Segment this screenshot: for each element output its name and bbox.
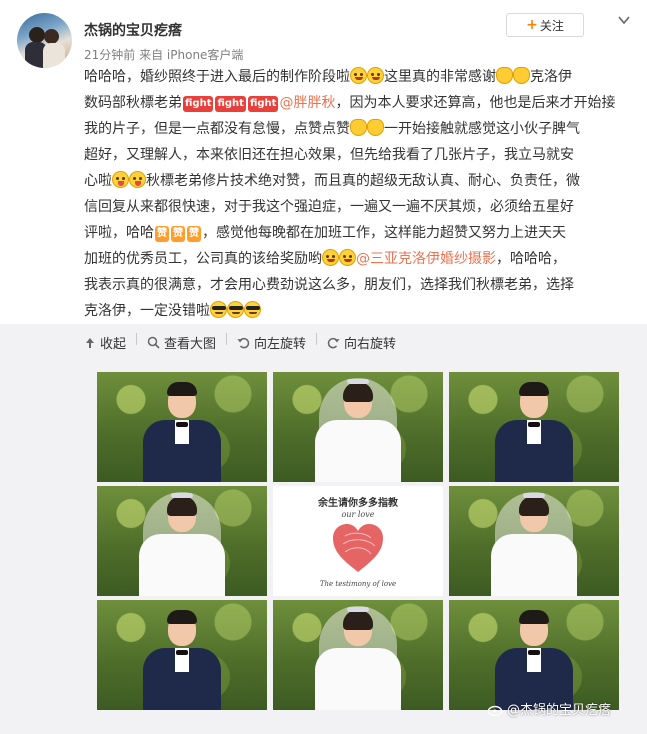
weibo-logo-icon [488, 705, 503, 716]
card-title: 余生请你多多指教 [318, 498, 398, 509]
cheer-sticker-icon: fight [247, 96, 279, 112]
text-line: 心啦 秋標老弟修片技术绝对赞，而且真的超级无敌认真、耐心、负责任，微 [84, 171, 580, 189]
follow-button[interactable]: + 关注 [506, 13, 584, 37]
post-text: 哈哈哈，婚纱照终于进入最后的制作阶段啦 这里真的非常感谢 克洛伊 数码部秋標老弟 fi… [84, 64, 634, 324]
collapse-arrow-icon [86, 337, 94, 348]
bride-photo[interactable] [97, 486, 267, 596]
text-line: 克洛伊，一定没错啦 [84, 298, 634, 324]
rotate-left-button[interactable]: 向左旋转 [237, 333, 306, 352]
grin-emoji-icon [339, 249, 356, 266]
like-sticker-icon: 赞 [171, 226, 185, 242]
rotate-left-icon [237, 337, 250, 349]
view-large-button[interactable]: 查看大图 [147, 333, 216, 352]
joy-emoji-icon [350, 67, 367, 84]
sunglasses-emoji-icon [244, 301, 261, 318]
plus-icon: + [526, 17, 538, 33]
post-time: 21分钟前 [84, 48, 136, 62]
mention-link[interactable]: @三亚克洛伊婚纱摄影 [356, 251, 496, 267]
grin-emoji-icon [322, 249, 339, 266]
post-source[interactable]: 来自 iPhone客户端 [139, 48, 243, 62]
photo-grid: 余生请你多多指教 our love The testimony of love [97, 372, 619, 710]
post-meta: 21分钟前 来自 iPhone客户端 [84, 46, 243, 63]
collapse-button[interactable]: 收起 [84, 333, 126, 352]
tongue-emoji-icon [112, 171, 129, 188]
text-line: 我的片子，但是一点都没有怠慢，点赞点赞 一开始接触就感觉这小伙子脾气 [84, 119, 580, 137]
text-line: 超好，又理解人，本来依旧还在担心效果，但先给我看了几张片子，我立马就安 [84, 147, 574, 163]
divider [136, 333, 138, 345]
watermark: @杰锅的宝贝疙瘩 [488, 699, 611, 718]
cheer-sticker-icon: fight [183, 96, 214, 112]
bride-photo[interactable] [449, 486, 619, 596]
bride-photo[interactable] [273, 372, 443, 482]
magnifier-icon [147, 336, 160, 349]
cheer-sticker-icon: fight [215, 96, 246, 112]
fingerprint-heart-icon [333, 524, 383, 572]
tongue-emoji-icon [129, 171, 146, 188]
clap-emoji-icon [513, 67, 530, 84]
thumbs-up-emoji-icon [350, 119, 367, 136]
divider [316, 333, 318, 345]
mention-link[interactable]: @胖胖秋 [279, 95, 335, 111]
card-script: our love [341, 510, 375, 519]
text-line: 我表示真的很满意，才会用心费劲说这么多，朋友们，选择我们秋標老弟，选择 [84, 277, 574, 293]
text-line: 评啦，哈哈赞赞赞，感觉他每晚都在加班工作，这样能力超赞又努力上进天天 [84, 225, 566, 242]
rotate-right-icon [327, 337, 340, 349]
avatar[interactable] [17, 13, 72, 68]
sunglasses-emoji-icon [210, 301, 227, 318]
text-line: 哈哈哈，婚纱照终于进入最后的制作阶段啦 这里真的非常感谢 克洛伊 [84, 67, 572, 85]
clap-emoji-icon [496, 67, 513, 84]
rotate-right-button[interactable]: 向右旋转 [327, 333, 396, 352]
bride-photo[interactable] [273, 600, 443, 710]
love-card-photo[interactable]: 余生请你多多指教 our love The testimony of love [273, 486, 443, 596]
like-sticker-icon: 赞 [155, 226, 169, 242]
groom-photo[interactable] [449, 372, 619, 482]
username[interactable]: 杰锅的宝贝疙瘩 [84, 20, 182, 40]
text-line: 加班的优秀员工，公司真的该给奖励哟 @三亚克洛伊婚纱摄影，哈哈哈， [84, 249, 566, 267]
groom-photo[interactable] [97, 372, 267, 482]
divider [226, 333, 228, 345]
like-sticker-icon: 赞 [187, 226, 201, 242]
text-line: 数码部秋標老弟 fight fight fight @胖胖秋，因为本人要求还算高，他也是… [84, 95, 616, 112]
chevron-down-icon[interactable] [617, 13, 631, 27]
card-caption: The testimony of love [319, 580, 397, 588]
joy-emoji-icon [367, 67, 384, 84]
groom-photo[interactable] [97, 600, 267, 710]
media-toolbar: 收起 查看大图 向左旋转 向右旋转 [84, 333, 396, 352]
sunglasses-emoji-icon [227, 301, 244, 318]
text-line: 信回复从来都很快速，对于我这个强迫症，一遍又一遍不厌其烦，必须给五星好 [84, 199, 574, 215]
groom-photo[interactable] [449, 600, 619, 710]
thumbs-up-emoji-icon [367, 119, 384, 136]
